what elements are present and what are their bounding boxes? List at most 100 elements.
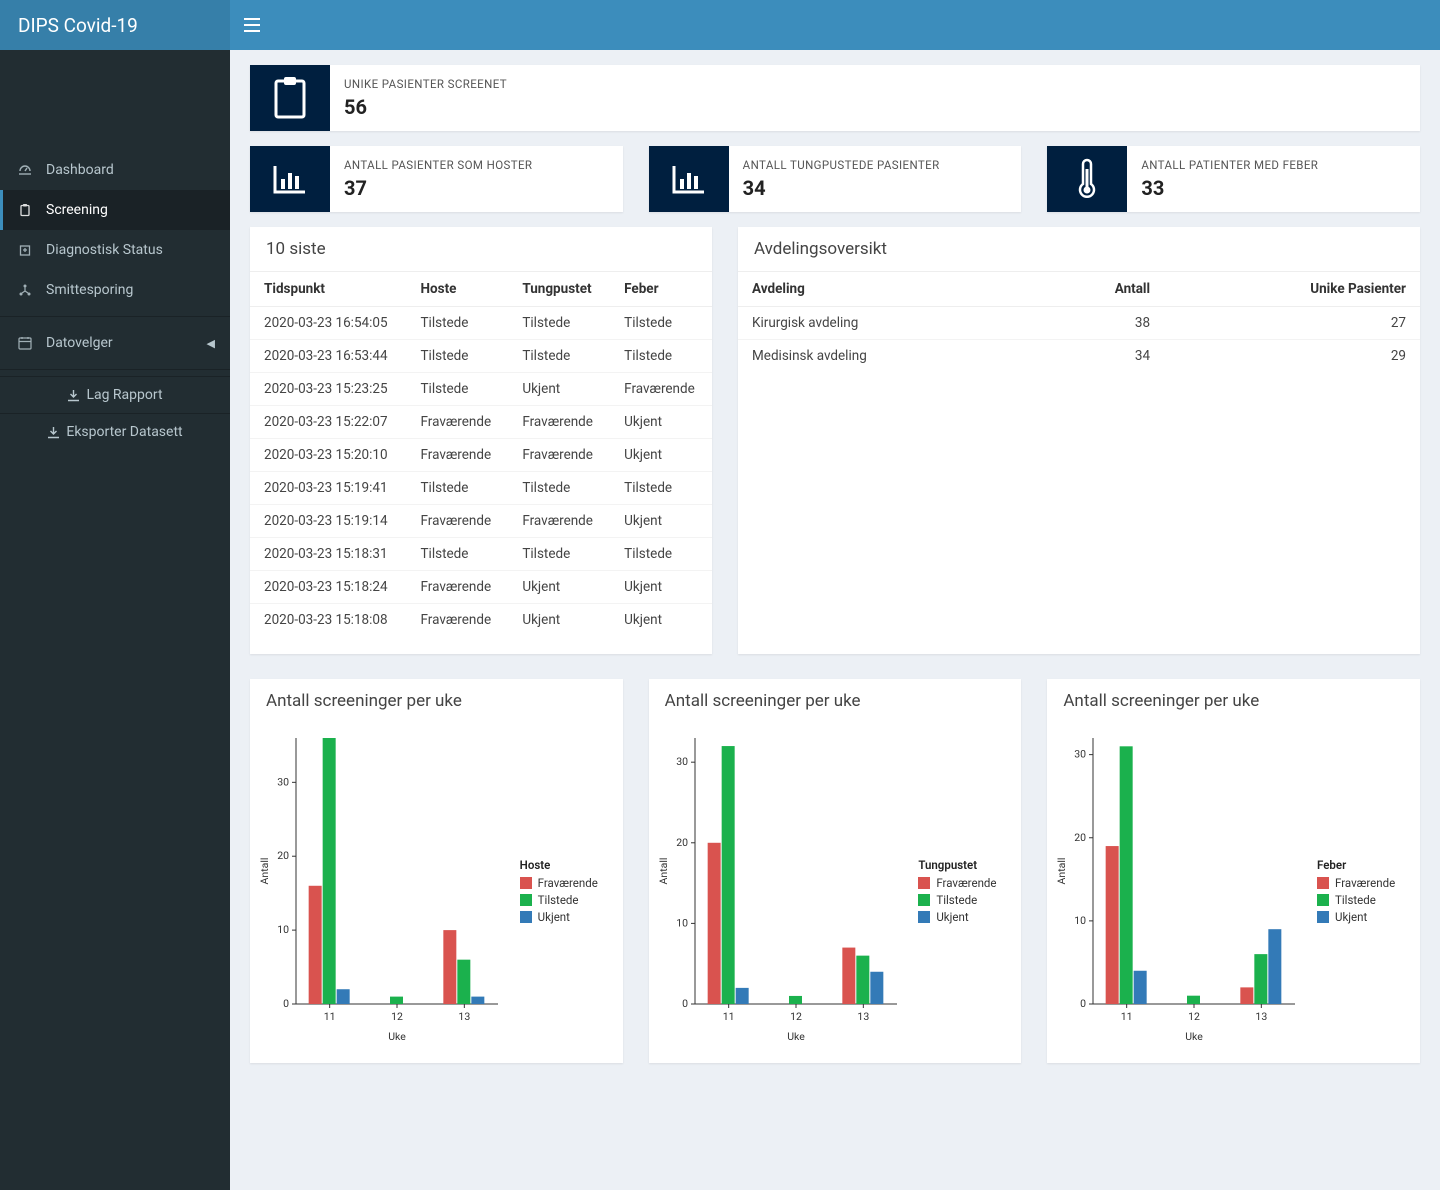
table-row: 2020-03-23 15:18:08FraværendeUkjentUkjen… (250, 604, 712, 637)
card-label: UNIKE PASIENTER SCREENET (344, 77, 507, 91)
col-header: Hoste (407, 272, 509, 307)
svg-text:Uke: Uke (787, 1030, 805, 1043)
chevron-left-icon: ◀ (207, 337, 215, 350)
svg-text:11: 11 (1121, 1010, 1133, 1023)
svg-text:Antall: Antall (1055, 858, 1068, 885)
svg-text:12: 12 (1188, 1010, 1200, 1023)
sidebar: Dashboard Screening Diagnostisk Status Smit… (0, 50, 230, 1190)
thermometer-icon (1047, 146, 1127, 212)
export-dataset-label: Eksporter Datasett (66, 424, 182, 440)
card-value: 34 (743, 176, 940, 200)
legend-item: Fraværende (1317, 876, 1412, 890)
chart-plot: 0102030Antall111213Uke (254, 728, 520, 1048)
svg-text:11: 11 (722, 1010, 734, 1023)
sidebar-item-label: Diagnostisk Status (46, 242, 163, 258)
svg-text:30: 30 (676, 755, 688, 768)
table-row: 2020-03-23 15:23:25TilstedeUkjentFravære… (250, 373, 712, 406)
departments-table: AvdelingAntallUnike PasienterKirurgisk a… (738, 271, 1420, 372)
chart-title: Antall screeninger per uke (649, 679, 1022, 723)
card-label: ANTALL TUNGPUSTEDE PASIENTER (743, 158, 940, 172)
legend-item: Tilstede (1317, 893, 1412, 907)
topbar: DIPS Covid-19 (0, 0, 1440, 50)
svg-text:13: 13 (857, 1010, 869, 1023)
clipboard-icon (18, 203, 38, 217)
legend-item: Fraværende (918, 876, 1013, 890)
svg-text:11: 11 (324, 1010, 336, 1023)
table-row: 2020-03-23 16:53:44TilstedeTilstedeTilst… (250, 340, 712, 373)
chart-panel-feber: Antall screeninger per uke0102030Antall1… (1047, 679, 1420, 1063)
svg-text:13: 13 (458, 1010, 470, 1023)
recent-panel: 10 siste TidspunktHosteTungpustetFeber20… (250, 227, 712, 654)
download-icon (67, 389, 80, 402)
table-row: 2020-03-23 15:22:07FraværendeFraværendeU… (250, 406, 712, 439)
clipboard-icon (250, 65, 330, 131)
legend-item: Ukjent (1317, 910, 1412, 924)
chart-legend: Feber Fraværende Tilstede Ukjent (1317, 728, 1412, 1048)
svg-text:13: 13 (1256, 1010, 1268, 1023)
sidebar-item-dashboard[interactable]: Dashboard (0, 150, 230, 190)
table-row: 2020-03-23 16:54:05TilstedeTilstedeTilst… (250, 307, 712, 340)
export-dataset-button[interactable]: Eksporter Datasett (0, 413, 230, 450)
network-icon (18, 283, 38, 297)
chart-svg: 0102030Antall111213Uke (254, 728, 504, 1048)
table-row: Medisinsk avdeling3429 (738, 340, 1420, 373)
table-row: 2020-03-23 15:18:31TilstedeTilstedeTilst… (250, 538, 712, 571)
svg-text:10: 10 (676, 916, 688, 929)
sidebar-item-label: Screening (46, 202, 108, 218)
sidebar-item-label: Dashboard (46, 162, 114, 178)
svg-text:0: 0 (682, 997, 688, 1010)
chart-legend: HosteFraværendeTilstedeUkjent (520, 728, 615, 1048)
recent-table: TidspunktHosteTungpustetFeber2020-03-23 … (250, 271, 712, 636)
svg-text:10: 10 (277, 923, 289, 936)
sidebar-datepicker-label: Datovelger (46, 335, 113, 351)
sidebar-item-diagnostisk-status[interactable]: Diagnostisk Status (0, 230, 230, 270)
calendar-icon (18, 336, 38, 350)
col-header: Avdeling (738, 272, 1033, 307)
card-value: 56 (344, 95, 507, 119)
legend-title: Feber (1317, 858, 1412, 872)
card-label: ANTALL PATIENTER MED FEBER (1141, 158, 1318, 172)
sidebar-item-screening[interactable]: Screening (0, 190, 230, 230)
card-label: ANTALL PASIENTER SOM HOSTER (344, 158, 532, 172)
sidebar-datepicker[interactable]: Datovelger ◀ (0, 323, 230, 363)
legend-item: Tilstede (918, 893, 1013, 907)
sidebar-item-smittesporing[interactable]: Smittesporing (0, 270, 230, 310)
card-breath: ANTALL TUNGPUSTEDE PASIENTER 34 (649, 146, 1022, 212)
table-row: 2020-03-23 15:18:24FraværendeUkjentUkjen… (250, 571, 712, 604)
departments-title: Avdelingsoversikt (738, 227, 1420, 271)
svg-text:20: 20 (1075, 831, 1087, 844)
legend-item: Ukjent (918, 910, 1013, 924)
bar-chart-icon (649, 146, 729, 212)
card-cough: ANTALL PASIENTER SOM HOSTER 37 (250, 146, 623, 212)
brand[interactable]: DIPS Covid-19 (0, 0, 230, 50)
sidebar-item-label: Smittesporing (46, 282, 133, 298)
dashboard-icon (18, 163, 38, 177)
col-header: Tungpustet (508, 272, 610, 307)
chart-svg: 0102030Antall111213Uke (1051, 728, 1301, 1048)
legend-title: Hoste (520, 858, 615, 872)
topbar-right (230, 0, 1440, 50)
svg-text:Antall: Antall (258, 858, 271, 885)
col-header: Feber (610, 272, 712, 307)
chart-svg: 0102030Antall111213Uke (653, 728, 903, 1048)
table-row: Kirurgisk avdeling3827 (738, 307, 1420, 340)
hamburger-icon[interactable] (244, 18, 260, 32)
download-icon (47, 426, 60, 439)
svg-text:Antall: Antall (657, 858, 670, 885)
charts-row: Antall screeninger per uke 0 10 20 30 Antall 1… (250, 679, 1420, 1063)
svg-text:Uke: Uke (1186, 1030, 1204, 1043)
svg-text:Uke: Uke (388, 1030, 406, 1043)
chart-panel-tungpustet: Antall screeninger per uke 0 10 20 30 Antall 1… (649, 679, 1022, 1063)
chart-title: Antall screeninger per uke (250, 679, 623, 723)
svg-text:20: 20 (277, 849, 289, 862)
chart-title: Antall screeninger per uke (1047, 679, 1420, 723)
card-value: 33 (1141, 176, 1318, 200)
svg-text:20: 20 (676, 836, 688, 849)
legend-title: Tungpustet (918, 858, 1013, 872)
chart-plot: 0102030Antall111213Uke (653, 728, 919, 1048)
make-report-button[interactable]: Lag Rapport (0, 376, 230, 413)
svg-text:10: 10 (1075, 914, 1087, 927)
col-header: Unike Pasienter (1164, 272, 1420, 307)
svg-text:30: 30 (1075, 748, 1087, 761)
make-report-label: Lag Rapport (86, 387, 162, 403)
